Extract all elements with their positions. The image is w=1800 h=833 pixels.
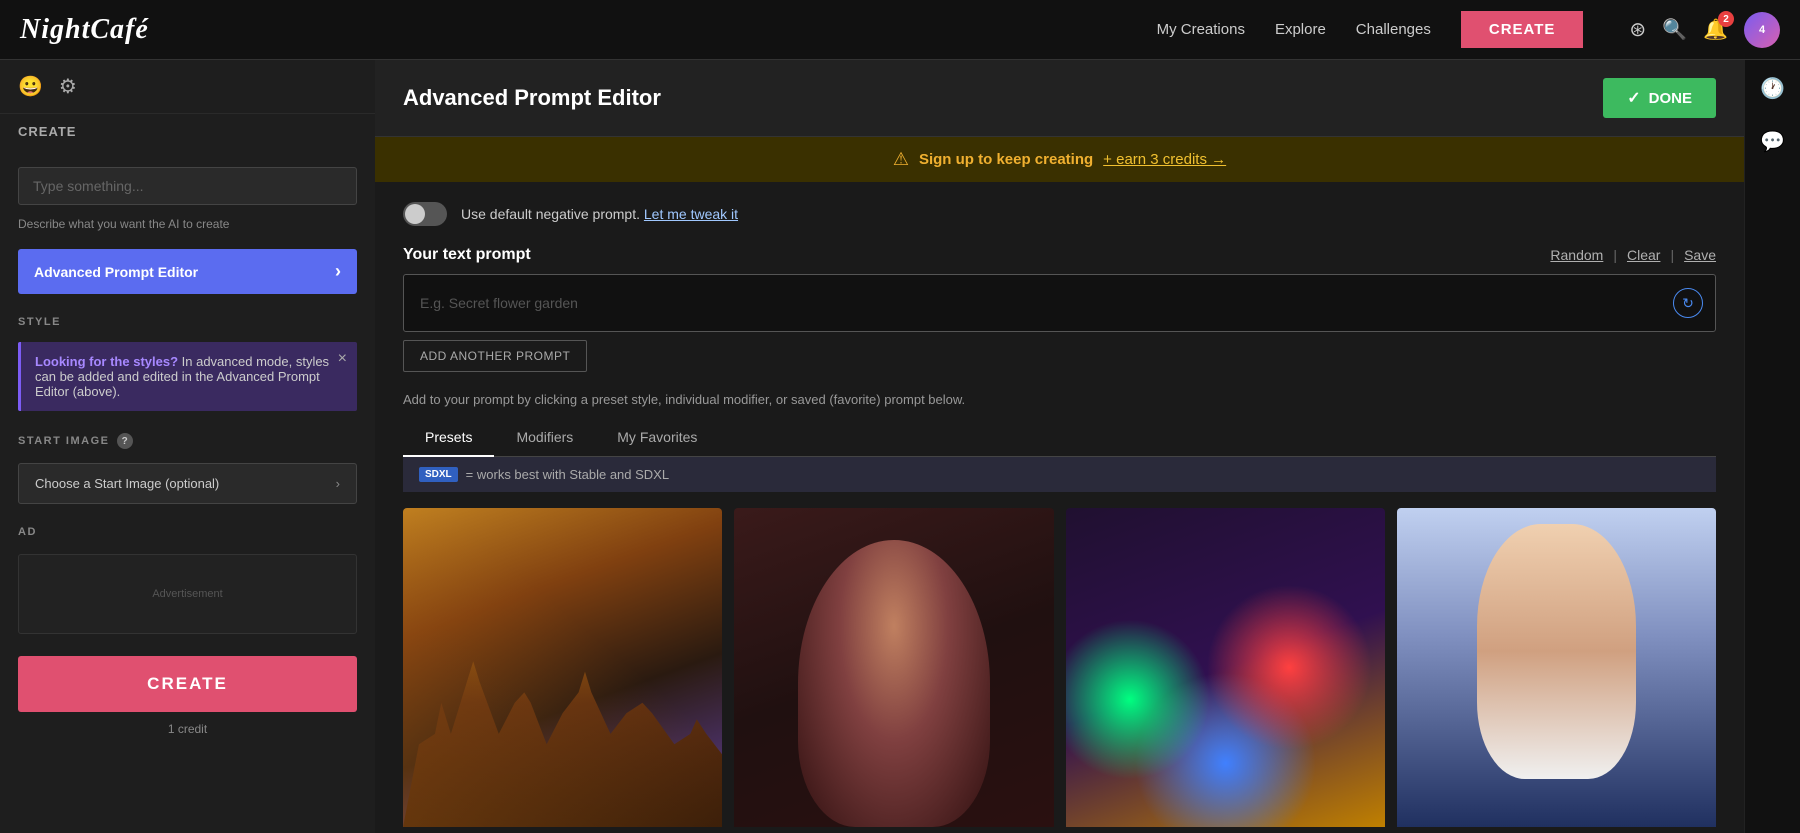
nav-explore[interactable]: Explore xyxy=(1275,21,1326,38)
start-image-section: Choose a Start Image (optional) › xyxy=(0,455,375,512)
help-icon[interactable]: ? xyxy=(117,433,133,449)
choose-image-label: Choose a Start Image (optional) xyxy=(35,476,219,491)
sidebar: 😀 ⚙ CREATE Describe what you want the AI… xyxy=(0,60,375,833)
style-img-striking xyxy=(1066,508,1385,827)
regenerate-button[interactable]: ↻ xyxy=(1673,288,1703,318)
text-prompt-input[interactable] xyxy=(404,275,1715,331)
chat-icon[interactable]: 💬 xyxy=(1760,129,1785,154)
choose-start-image-button[interactable]: Choose a Start Image (optional) › xyxy=(18,463,357,504)
ad-section: Advertisement xyxy=(0,544,375,644)
style-grid: NightCafe Artistic Portrait Striking SDX… xyxy=(403,508,1716,833)
panel-title: Advanced Prompt Editor xyxy=(403,85,661,111)
settings-icon[interactable]: ⚙ xyxy=(59,74,77,99)
style-notice-bold: Looking for the styles? xyxy=(35,354,178,369)
notification-badge: 2 xyxy=(1718,11,1734,27)
sidebar-input-wrapper xyxy=(0,153,375,213)
earn-credits-link[interactable]: + earn 3 credits → xyxy=(1103,151,1226,168)
sidebar-icon-row: 😀 ⚙ xyxy=(0,60,375,114)
toggle-label: Use default negative prompt. Let me twea… xyxy=(461,206,738,222)
signup-main-text: Sign up to keep creating xyxy=(919,151,1093,168)
smiley-icon[interactable]: 😀 xyxy=(18,74,43,99)
style-label-portrait: Artistic Portrait xyxy=(734,827,1053,833)
style-notice-close-button[interactable]: × xyxy=(338,350,347,368)
style-card-nightcafe[interactable]: NightCafe xyxy=(403,508,722,833)
sdxl-banner-text: = works best with Stable and SDXL xyxy=(466,467,669,482)
right-panel: Advanced Prompt Editor ✓ DONE ⚠ Sign up … xyxy=(375,60,1744,833)
style-label-nightcafe: NightCafe xyxy=(403,827,722,833)
create-button-wrap: CREATE xyxy=(0,644,375,716)
style-label-anime: Anime v2 SDXL xyxy=(1397,827,1716,833)
clear-link[interactable]: Clear xyxy=(1627,247,1660,263)
nav-my-creations[interactable]: My Creations xyxy=(1157,21,1245,38)
save-link[interactable]: Save xyxy=(1684,247,1716,263)
style-card-anime[interactable]: Anime v2 SDXL xyxy=(1397,508,1716,833)
style-img-anime xyxy=(1397,508,1716,827)
prompt-label: Your text prompt xyxy=(403,246,531,264)
ad-section-header: AD xyxy=(0,512,375,544)
avatar[interactable]: 4 xyxy=(1744,12,1780,48)
random-link[interactable]: Random xyxy=(1550,247,1603,263)
style-label-striking: Striking SDXL xyxy=(1066,827,1385,833)
add-to-prompt-description: Add to your prompt by clicking a preset … xyxy=(403,392,1716,407)
style-img-portrait xyxy=(734,508,1053,827)
search-button[interactable]: 🔍 xyxy=(1662,17,1687,42)
prompt-input-sidebar[interactable] xyxy=(18,167,357,205)
prompt-header: Your text prompt Random | Clear | Save xyxy=(403,246,1716,264)
prompt-section: Your text prompt Random | Clear | Save ↻ xyxy=(403,246,1716,372)
tweak-link[interactable]: Let me tweak it xyxy=(644,206,738,222)
style-tabs: Presets Modifiers My Favorites xyxy=(403,419,1716,457)
history-icon[interactable]: 🕐 xyxy=(1760,76,1785,101)
style-section-header: STYLE xyxy=(0,302,375,334)
discord-button[interactable]: ⊛ xyxy=(1629,17,1646,42)
advanced-prompt-label: Advanced Prompt Editor xyxy=(34,264,198,280)
advanced-prompt-button[interactable]: Advanced Prompt Editor › xyxy=(18,249,357,294)
regen-icon: ↻ xyxy=(1682,295,1694,312)
sidebar-description: Describe what you want the AI to create xyxy=(0,213,375,241)
negative-prompt-toggle-row: Use default negative prompt. Let me twea… xyxy=(403,202,1716,226)
prompt-input-wrapper: ↻ xyxy=(403,274,1716,332)
panel-header: Advanced Prompt Editor ✓ DONE xyxy=(375,60,1744,137)
nav-icon-group: ⊛ 🔍 🔔 2 4 xyxy=(1629,12,1780,48)
notifications-button[interactable]: 🔔 2 xyxy=(1703,17,1728,42)
app-logo: NightCafé xyxy=(20,14,149,46)
nav-create-button[interactable]: CREATE xyxy=(1461,11,1584,48)
style-card-striking[interactable]: Striking SDXL xyxy=(1066,508,1385,833)
negative-prompt-toggle[interactable] xyxy=(403,202,447,226)
edge-icons: 🕐 💬 xyxy=(1744,60,1800,833)
signup-banner: ⚠ Sign up to keep creating + earn 3 cred… xyxy=(375,137,1744,182)
tab-modifiers[interactable]: Modifiers xyxy=(494,419,595,457)
sdxl-banner: SDXL = works best with Stable and SDXL xyxy=(403,457,1716,492)
topnav: NightCafé My Creations Explore Challenge… xyxy=(0,0,1800,60)
content-area: Use default negative prompt. Let me twea… xyxy=(375,182,1744,833)
arrow-right-icon: › xyxy=(335,261,341,282)
prompt-actions: Random | Clear | Save xyxy=(1550,247,1716,263)
style-img-nightcafe xyxy=(403,508,722,827)
toggle-knob xyxy=(405,204,425,224)
nav-links: My Creations Explore Challenges CREATE ⊛… xyxy=(1157,11,1780,48)
start-image-header: START IMAGE ? xyxy=(0,419,375,455)
search-icon: 🔍 xyxy=(1662,19,1687,41)
style-card-artistic-portrait[interactable]: Artistic Portrait xyxy=(734,508,1053,833)
tab-presets[interactable]: Presets xyxy=(403,419,494,457)
done-label: DONE xyxy=(1649,90,1692,107)
ad-box: Advertisement xyxy=(18,554,357,634)
checkmark-icon: ✓ xyxy=(1627,88,1640,108)
credit-text: 1 credit xyxy=(0,716,375,742)
nav-challenges[interactable]: Challenges xyxy=(1356,21,1431,38)
discord-icon: ⊛ xyxy=(1629,19,1646,41)
done-button[interactable]: ✓ DONE xyxy=(1603,78,1716,118)
sidebar-section-title: CREATE xyxy=(18,124,357,139)
add-another-prompt-button[interactable]: ADD ANOTHER PROMPT xyxy=(403,340,587,372)
arrow-right-icon-image: › xyxy=(336,476,340,491)
warning-icon: ⚠ xyxy=(893,149,909,170)
avatar-badge: 4 xyxy=(1759,24,1765,36)
sdxl-tag: SDXL xyxy=(419,467,458,482)
style-notice: × Looking for the styles? In advanced mo… xyxy=(18,342,357,411)
main-layout: 😀 ⚙ CREATE Describe what you want the AI… xyxy=(0,60,1800,833)
create-main-button[interactable]: CREATE xyxy=(18,656,357,712)
tab-my-favorites[interactable]: My Favorites xyxy=(595,419,719,457)
